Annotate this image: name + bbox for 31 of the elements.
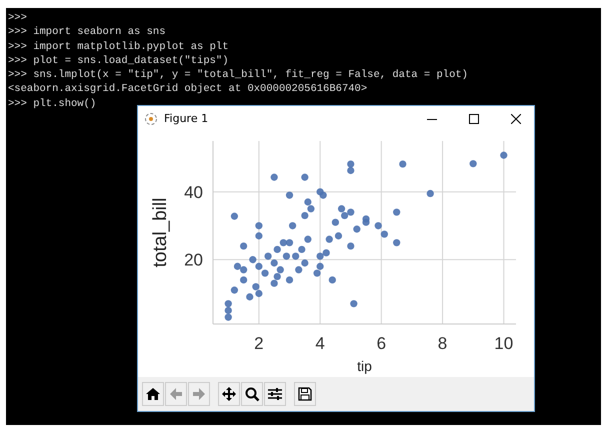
home-icon	[145, 386, 161, 402]
console-line: >>> sns.lmplot(x = "tip", y = "total_bill", fit_reg = False, data = plot)	[8, 68, 468, 82]
close-icon	[511, 114, 521, 124]
x-tick-label: 10	[494, 334, 514, 353]
window-title: Figure 1	[164, 112, 210, 125]
save-button[interactable]	[294, 382, 316, 406]
x-tick-label: 6	[376, 334, 386, 353]
console-line: >>> import matplotlib.pyplot as plt	[8, 40, 229, 54]
magnifier-icon	[244, 386, 260, 402]
y-axis-label: total_bill	[150, 198, 171, 268]
x-tick-label: 8	[438, 334, 448, 353]
move-arrows-icon	[221, 386, 237, 402]
console-line: <seaborn.axisgrid.FacetGrid object at 0x00000205616B6740>	[8, 82, 368, 97]
zoom-button[interactable]	[241, 382, 263, 406]
console-line: >>>	[8, 11, 27, 26]
y-tick-label: 40	[184, 182, 203, 202]
x-axis-label: tip	[357, 358, 372, 374]
console-line: >>> plt.show()	[8, 96, 96, 112]
right-arrow-icon	[191, 386, 207, 402]
home-button[interactable]	[142, 382, 164, 406]
console-line: >>> plot = sns.load_dataset("tips")	[8, 54, 229, 68]
x-tick-label: 4	[315, 334, 325, 353]
maximize-icon	[469, 114, 479, 124]
x-tick-label: 2	[254, 334, 264, 353]
left-arrow-icon	[168, 386, 184, 402]
console-line: >>> import seaborn as sns	[8, 25, 166, 40]
sliders-icon	[267, 386, 283, 402]
pan-button[interactable]	[218, 382, 240, 406]
app-icon	[144, 112, 158, 126]
configure-button[interactable]	[264, 382, 286, 406]
y-tick-label: 20	[184, 250, 203, 270]
